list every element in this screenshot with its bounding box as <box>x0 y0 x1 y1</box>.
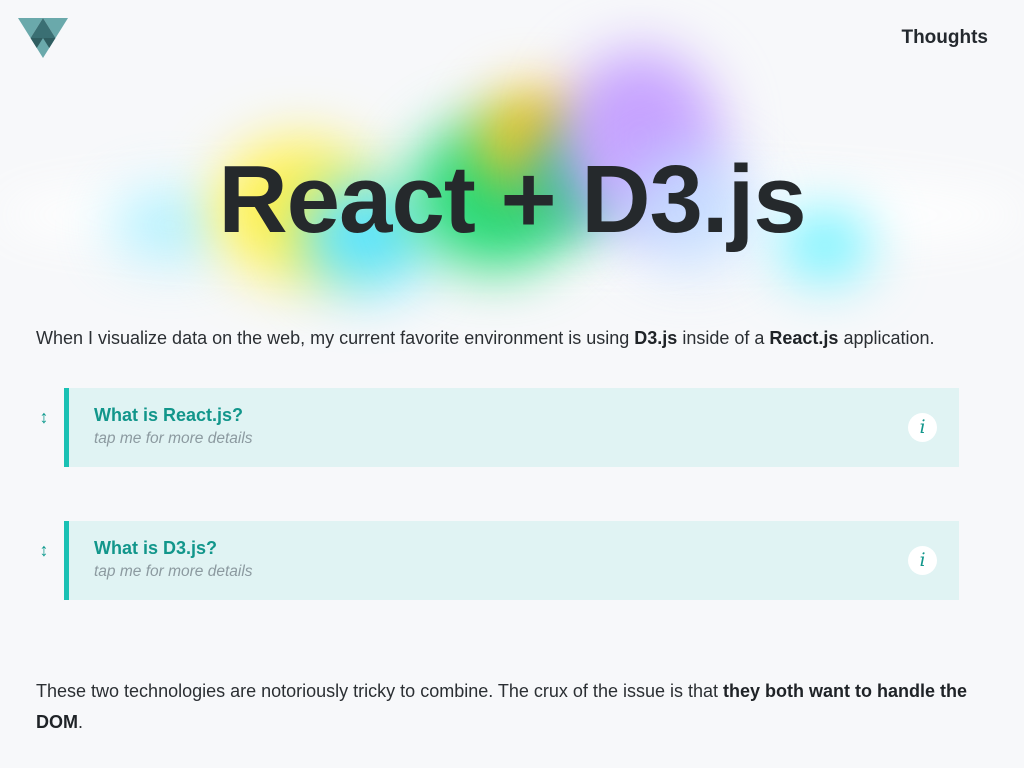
intro-text: inside of a <box>677 328 770 348</box>
page-title: React + D3.js <box>218 146 806 253</box>
intro-text: When I visualize data on the web, my cur… <box>36 328 635 348</box>
nav-link-thoughts[interactable]: Thoughts <box>901 27 988 49</box>
intro-strong-react: React.js <box>769 328 839 348</box>
card-react[interactable]: What is React.js? tap me for more detail… <box>64 388 959 467</box>
intro-strong-d3: D3.js <box>634 328 678 348</box>
triangle-logo-icon[interactable] <box>18 18 68 58</box>
intro-text: application. <box>838 328 935 348</box>
info-icon[interactable]: i <box>908 413 937 442</box>
expand-arrows-icon[interactable]: ↕ <box>36 541 52 575</box>
card-subtitle: tap me for more details <box>94 430 253 447</box>
expand-arrows-icon[interactable]: ↕ <box>36 408 52 442</box>
intro-paragraph: When I visualize data on the web, my cur… <box>36 328 996 349</box>
hero: React + D3.js <box>0 50 1024 310</box>
outro-text: . <box>78 712 84 732</box>
card-row-d3: ↕ What is D3.js? tap me for more details… <box>36 521 959 600</box>
info-icon[interactable]: i <box>908 546 937 575</box>
card-row-react: ↕ What is React.js? tap me for more deta… <box>36 388 959 467</box>
outro-paragraph: These two technologies are notoriously t… <box>36 676 991 738</box>
card-d3[interactable]: What is D3.js? tap me for more details i <box>64 521 959 600</box>
outro-text: These two technologies are notoriously t… <box>36 681 724 701</box>
card-subtitle: tap me for more details <box>94 563 253 580</box>
card-title: What is D3.js? <box>94 538 218 558</box>
card-title: What is React.js? <box>94 405 244 425</box>
